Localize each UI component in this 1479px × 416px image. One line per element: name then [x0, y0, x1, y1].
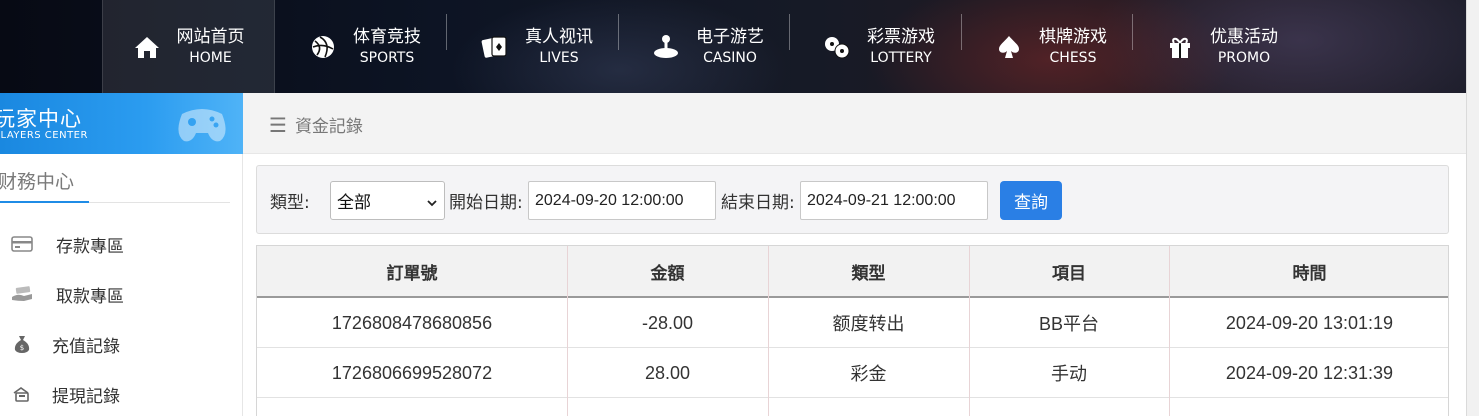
ball-icon	[309, 33, 337, 61]
sidebar-header: 玩家中心 PLAYERS CENTER	[0, 93, 243, 154]
svg-text:$: $	[20, 344, 24, 352]
breadcrumb-bar: ☰ 資金記錄	[243, 93, 1479, 154]
page-scrollbar[interactable]	[1466, 0, 1479, 416]
cell-time: 2024-09-20 13:01:19	[1225, 312, 1394, 333]
nav-label-cn: 优惠活动	[1210, 26, 1278, 47]
type-select[interactable]: 全部	[330, 181, 445, 220]
cell-order-no: 1726808478680856	[331, 312, 493, 333]
nav-divider	[446, 14, 447, 50]
nav-label-en: HOME	[189, 49, 232, 66]
nav-label-en: CASINO	[703, 49, 757, 66]
start-date-label: 開始日期:	[449, 193, 523, 213]
sidebar-item-label: 取款專區	[56, 286, 124, 307]
money-bag-icon: $	[10, 332, 34, 356]
nav-item-home[interactable]: 网站首页 HOME	[102, 0, 275, 93]
chevron-down-icon	[426, 194, 438, 214]
withdraw-icon	[10, 382, 34, 406]
cell-item: 手动	[1051, 364, 1087, 384]
nav-label-en: CHESS	[1049, 49, 1097, 66]
nav-label-en: PROMO	[1217, 49, 1271, 66]
nav-item-casino[interactable]: 电子游艺 CASINO	[628, 0, 788, 93]
nav-label-cn: 彩票游戏	[867, 26, 935, 47]
cell-order-no: 1726806699528072	[331, 362, 493, 383]
nav-label-cn: 网站首页	[176, 26, 245, 47]
column-header-item: 項目	[1052, 263, 1086, 284]
records-table: 訂單號 金額 類型 項目 時間 1726808478680856 -28.00 …	[256, 245, 1449, 416]
nav-label-en: LIVES	[539, 49, 579, 66]
lottery-balls-icon	[823, 33, 851, 61]
nav-divider	[1132, 14, 1133, 50]
column-divider	[1169, 246, 1170, 416]
filter-bar: 類型: 全部 開始日期: 2024-09-20 12:00:00 結束日期: 2…	[256, 165, 1449, 234]
spade-icon	[995, 33, 1023, 61]
sidebar-item-label: 提現記錄	[52, 386, 120, 407]
sidebar-section-title: 财務中心	[0, 171, 75, 193]
nav-label-cn: 电子游艺	[696, 26, 764, 47]
section-accent-bar	[0, 201, 89, 203]
sidebar: 玩家中心 PLAYERS CENTER 财務中心 存款專區 取款專區 $ 充值記…	[0, 93, 243, 416]
sidebar-item-withdraw-records[interactable]: 提現記錄	[10, 381, 120, 407]
breadcrumb: ☰ 資金記錄	[269, 112, 363, 138]
table-header: 訂單號 金額 類型 項目 時間	[257, 246, 1448, 298]
cell-type: 额度转出	[832, 314, 905, 334]
cell-item: BB平台	[1038, 314, 1099, 334]
sidebar-item-deposit[interactable]: 存款專區	[10, 231, 124, 257]
sidebar-title: 玩家中心	[0, 107, 82, 131]
gift-icon	[1166, 33, 1194, 61]
sidebar-item-recharge-records[interactable]: $ 充值記錄	[10, 331, 120, 357]
nav-item-sports[interactable]: 体育竞技 SPORTS	[285, 0, 445, 93]
cards-icon	[481, 33, 509, 61]
nav-divider	[961, 14, 962, 50]
column-header-order-no: 訂單號	[386, 263, 438, 284]
menu-icon: ☰	[269, 112, 287, 137]
cell-amount: -28.00	[641, 312, 694, 333]
sidebar-item-withdraw[interactable]: 取款專區	[10, 281, 124, 307]
breadcrumb-label: 資金記錄	[294, 117, 363, 137]
sidebar-item-label: 存款專區	[56, 236, 124, 257]
nav-divider	[618, 14, 619, 50]
home-icon	[133, 33, 161, 61]
column-divider	[969, 246, 970, 416]
cell-amount: 28.00	[644, 362, 691, 383]
cell-type: 彩金	[850, 364, 887, 384]
type-select-value: 全部	[337, 193, 371, 213]
column-header-type: 類型	[851, 263, 886, 284]
column-header-time: 時間	[1292, 263, 1327, 284]
nav-label-en: LOTTERY	[870, 49, 932, 66]
column-header-amount: 金額	[650, 263, 685, 284]
sidebar-item-label: 充值記錄	[52, 336, 120, 357]
nav-item-lottery[interactable]: 彩票游戏 LOTTERY	[799, 0, 959, 93]
top-navigation: 网站首页 HOME 体育竞技 SPORTS 真人视讯 LIVES 电子游艺 CASINO…	[0, 0, 1479, 93]
joystick-icon	[652, 33, 680, 61]
sidebar-subtitle: PLAYERS CENTER	[0, 130, 88, 141]
column-divider	[567, 246, 568, 416]
start-date-input[interactable]: 2024-09-20 12:00:00	[528, 181, 716, 220]
card-icon	[10, 232, 34, 256]
table-row[interactable]: 1726808478680856 -28.00 额度转出 BB平台 2024-0…	[257, 298, 1448, 348]
nav-label-cn: 棋牌游戏	[1039, 26, 1107, 47]
column-divider	[768, 246, 769, 416]
query-button[interactable]: 查詢	[1000, 181, 1062, 220]
nav-label-cn: 真人视讯	[525, 26, 593, 47]
nav-item-chess[interactable]: 棋牌游戏 CHESS	[971, 0, 1131, 93]
nav-label-cn: 体育竞技	[353, 26, 421, 47]
table-row[interactable]: 1726806699528072 28.00 彩金 手动 2024-09-20 …	[257, 348, 1448, 398]
end-date-input[interactable]: 2024-09-21 12:00:00	[800, 181, 988, 220]
end-date-label: 結束日期:	[721, 193, 795, 213]
nav-item-promo[interactable]: 优惠活动 PROMO	[1142, 0, 1302, 93]
main-content: ☰ 資金記錄 類型: 全部 開始日期: 2024-09-20 12:00:00 …	[243, 93, 1479, 416]
cell-time: 2024-09-20 12:31:39	[1225, 362, 1394, 383]
nav-item-lives[interactable]: 真人视讯 LIVES	[456, 0, 618, 93]
nav-label-en: SPORTS	[359, 49, 415, 66]
nav-divider	[789, 14, 790, 50]
gamepad-icon	[172, 99, 232, 153]
type-label: 類型:	[270, 193, 310, 213]
cash-hand-icon	[10, 282, 34, 306]
